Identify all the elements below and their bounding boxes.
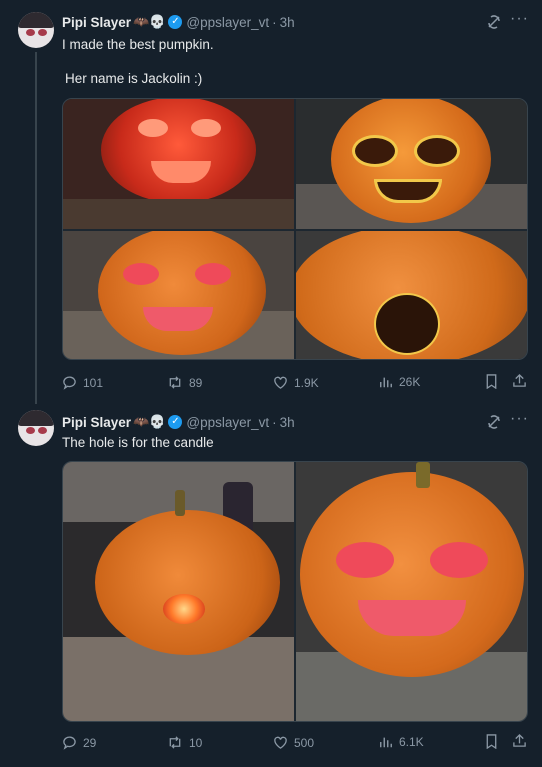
bookmark-icon[interactable] [485,734,498,749]
tweet-text: The hole is for the candle [62,435,214,450]
more-icon[interactable]: ··· [510,10,529,28]
views-button[interactable]: 26K [379,375,420,389]
grok-icon[interactable] [486,414,502,430]
repost-count: 89 [189,375,203,390]
tweet-header: Pipi Slayer 🦇💀 ✓ @ppslayer_vt · 3h [62,14,295,30]
tweet[interactable]: Pipi Slayer 🦇💀 ✓ @ppslayer_vt · 3h ··· T… [0,400,542,767]
avatar[interactable] [18,12,54,48]
reply-count: 29 [83,735,97,750]
media-image-1[interactable] [63,462,294,721]
author-badges: 🦇💀 [133,14,166,29]
media-image-4[interactable] [296,231,527,359]
more-icon[interactable]: ··· [510,410,529,428]
author-name[interactable]: Pipi Slayer [62,415,131,430]
like-button[interactable]: 500 [273,735,314,750]
like-button[interactable]: 1.9K [273,375,319,390]
avatar[interactable] [18,410,54,446]
author-handle[interactable]: @ppslayer_vt [186,15,269,30]
author-badges: 🦇💀 [133,414,166,429]
like-count: 1.9K [294,375,319,390]
tweet-text-line-2: Her name is Jackolin :) [65,71,203,86]
repost-icon [169,736,181,749]
separator: · [272,414,277,430]
media-grid[interactable] [62,98,528,360]
media-image-1[interactable] [63,99,294,229]
timestamp[interactable]: 3h [280,15,295,30]
reply-icon [63,736,76,750]
bookmark-icon[interactable] [485,374,498,389]
tweet[interactable]: Pipi Slayer 🦇💀 ✓ @ppslayer_vt · 3h ··· I… [0,0,542,404]
media-image-3[interactable] [63,231,294,359]
repost-icon [169,376,181,389]
author-name[interactable]: Pipi Slayer [62,15,131,30]
like-icon [274,376,287,389]
reply-count: 101 [83,375,104,390]
reply-icon [63,376,76,390]
tweet-text-line-1: I made the best pumpkin. [62,37,214,52]
repost-count: 10 [189,735,203,750]
share-icon[interactable] [512,373,527,388]
repost-button[interactable]: 10 [167,735,202,750]
thread-line [35,52,37,404]
views-icon [380,737,392,748]
timestamp[interactable]: 3h [280,415,295,430]
reply-button[interactable]: 101 [62,375,103,390]
verified-icon: ✓ [168,415,183,429]
author-handle[interactable]: @ppslayer_vt [186,415,269,430]
view-count: 6.1K [399,735,424,749]
media-grid[interactable] [62,461,528,722]
like-count: 500 [294,735,315,750]
like-icon [274,736,287,749]
reply-button[interactable]: 29 [62,735,96,750]
share-icon[interactable] [512,733,527,748]
verified-icon: ✓ [168,15,183,29]
grok-icon[interactable] [486,14,502,30]
media-image-2[interactable] [296,99,527,229]
repost-button[interactable]: 89 [167,375,202,390]
view-count: 26K [399,375,421,389]
views-icon [380,377,392,388]
media-image-2[interactable] [296,462,527,721]
separator: · [272,14,277,30]
tweet-header: Pipi Slayer 🦇💀 ✓ @ppslayer_vt · 3h [62,414,295,430]
views-button[interactable]: 6.1K [379,735,424,749]
